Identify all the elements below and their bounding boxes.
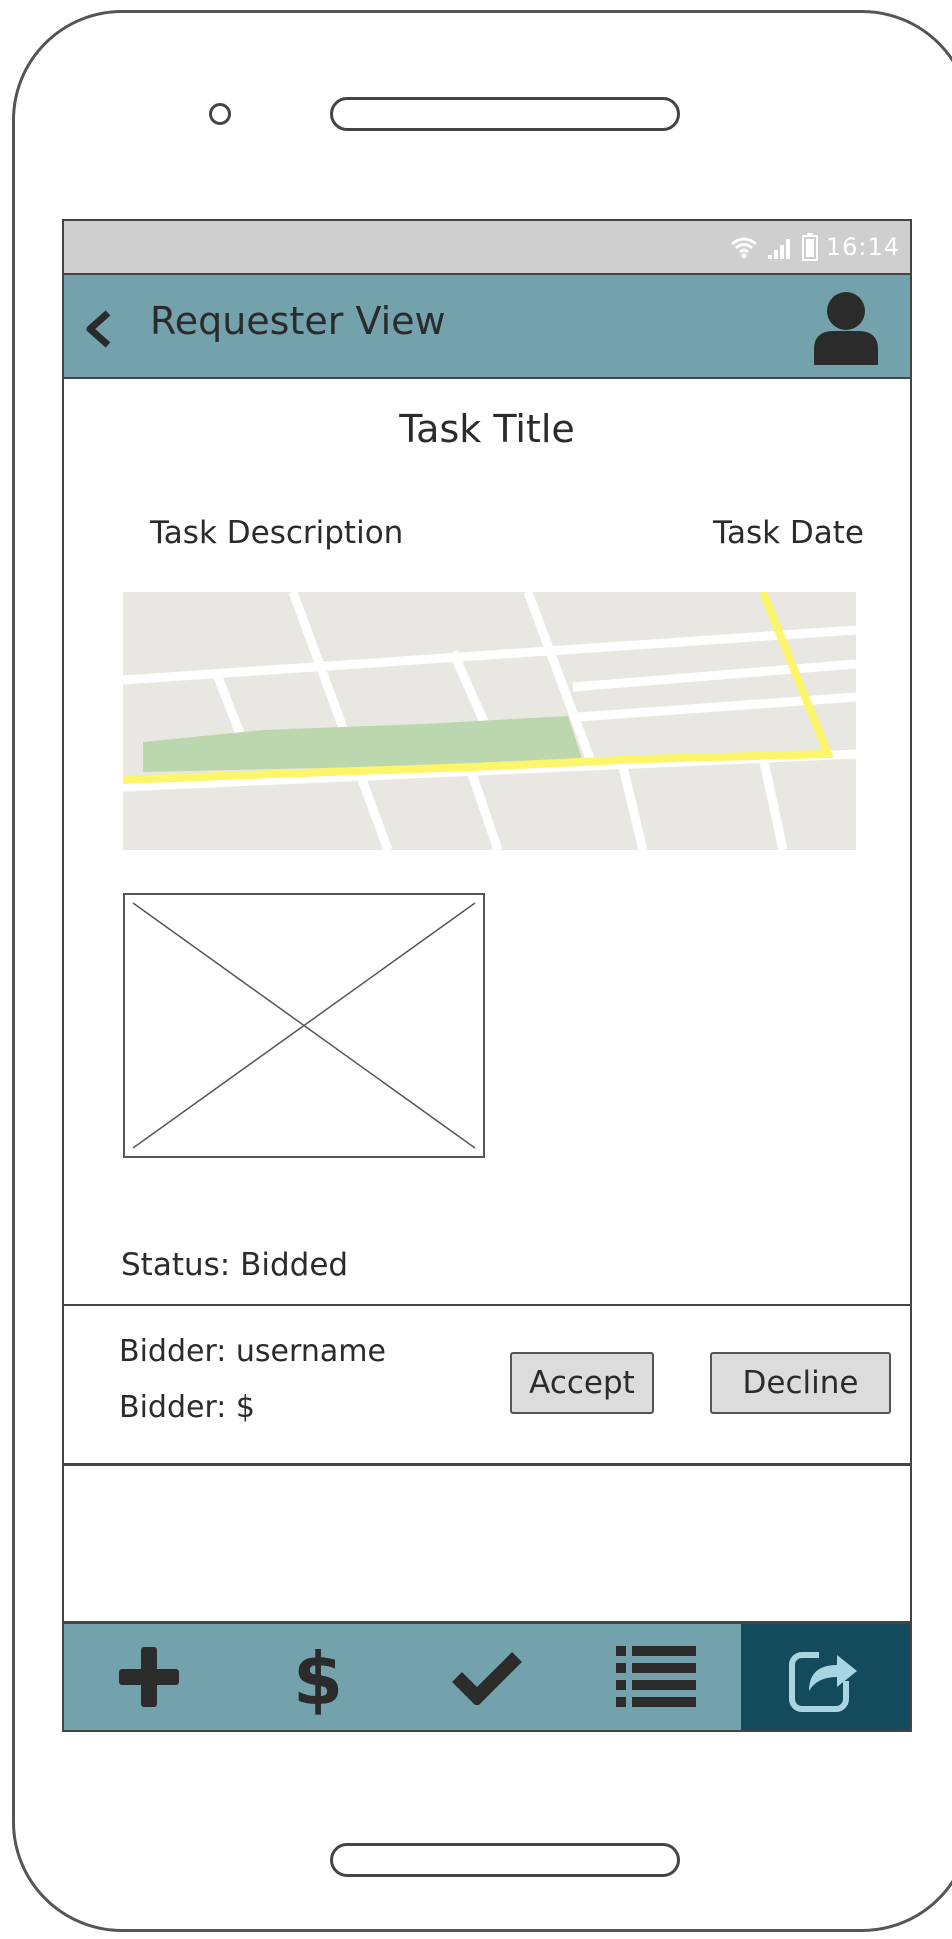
status-time: 16:14: [825, 233, 900, 261]
wifi-icon: [730, 237, 757, 259]
map[interactable]: [123, 592, 856, 850]
screen: 16:14 Requester View Task Title Task Des…: [62, 219, 912, 1732]
battery-icon: [801, 233, 818, 261]
check-icon: [452, 1652, 522, 1705]
status-bar: 16:14: [64, 221, 910, 275]
accept-button[interactable]: Accept: [510, 1352, 654, 1414]
nav-payments[interactable]: $: [233, 1624, 402, 1730]
page-title: Requester View: [150, 299, 446, 343]
app-bar: Requester View: [64, 275, 910, 379]
nav-add[interactable]: [64, 1624, 233, 1730]
share-icon: [789, 1641, 862, 1712]
task-date: Task Date: [713, 515, 864, 551]
dollar-icon: $: [294, 1638, 342, 1716]
speaker: [330, 97, 680, 131]
nav-list[interactable]: [572, 1624, 741, 1730]
bid-row: Bidder: username Bidder: $ Accept Declin…: [64, 1304, 910, 1466]
image-placeholder: [123, 893, 485, 1158]
bidder-name: Bidder: username: [119, 1334, 386, 1369]
task-status: Status: Bidded: [121, 1247, 349, 1283]
user-icon[interactable]: [812, 291, 880, 365]
plus-icon: [118, 1647, 179, 1707]
home-button[interactable]: [330, 1843, 680, 1877]
decline-button[interactable]: Decline: [710, 1352, 891, 1414]
bidder-amount: Bidder: $: [119, 1390, 255, 1425]
signal-icon: [767, 239, 790, 259]
svg-text:$: $: [294, 1638, 342, 1716]
task-description: Task Description: [150, 515, 404, 551]
task-title: Task Title: [399, 407, 575, 451]
status-icons: 16:14: [730, 229, 900, 265]
chevron-left-icon[interactable]: [82, 309, 116, 349]
camera: [209, 103, 231, 125]
nav-share[interactable]: [740, 1624, 910, 1730]
bottom-nav: $: [64, 1621, 910, 1730]
list-icon: [616, 1646, 697, 1707]
nav-completed[interactable]: [402, 1624, 571, 1730]
